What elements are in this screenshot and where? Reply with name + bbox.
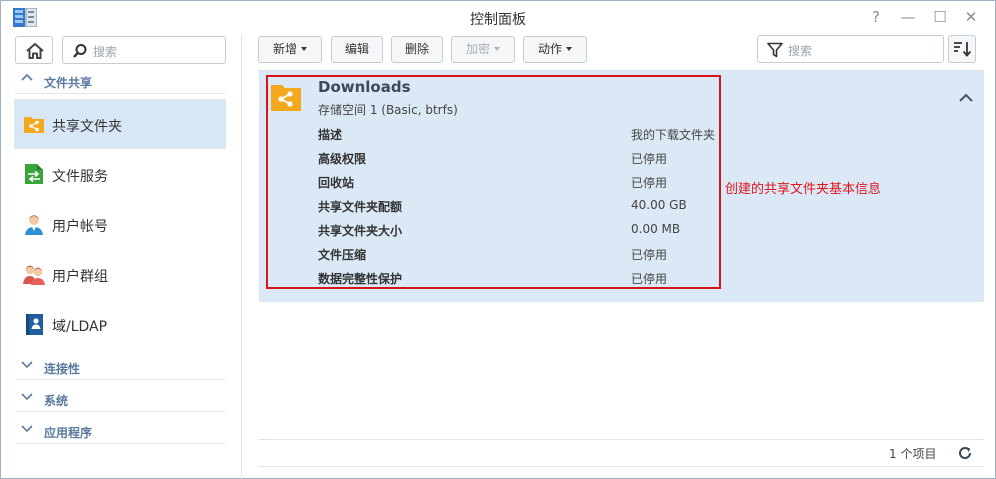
sidebar-item-shared-folder[interactable]: 共享文件夹 [14,99,226,149]
maximize-icon[interactable]: ☐ [929,6,951,28]
highlight-box [266,75,721,289]
delete-button[interactable]: 删除 [391,36,443,63]
section-connectivity[interactable]: 连接性 [15,354,225,380]
create-button-label: 新增 [272,42,297,56]
sidebar-item-label: 文件服务 [52,169,108,185]
sidebar-item-label: 共享文件夹 [52,119,122,135]
sidebar-item-user[interactable]: 用户帐号 [14,199,226,249]
shared-folder-icon [24,117,44,133]
chevron-down-icon [21,425,33,433]
sidebar-item-group[interactable]: 用户群组 [14,249,226,299]
delete-button-label: 删除 [404,42,429,56]
title-bar: 控制面板 ? — ☐ ✕ [1,1,995,34]
home-button[interactable] [15,36,53,64]
sidebar-item-label: 用户帐号 [52,219,108,235]
file-services-icon [25,164,43,184]
footer-bottom-border [258,466,984,467]
action-button[interactable]: 动作 [523,36,587,63]
minimize-icon[interactable]: — [897,6,919,28]
section-file-sharing-label: 文件共享 [44,76,93,90]
help-icon[interactable]: ? [865,6,887,28]
encrypt-button-label: 加密 [465,42,490,56]
sidebar-item-domain-ldap[interactable]: 域/LDAP [14,299,226,349]
section-applications[interactable]: 应用程序 [15,418,225,444]
caret-down-icon [494,46,500,51]
filter-search-input[interactable]: 搜索 [757,35,944,63]
close-icon[interactable]: ✕ [960,6,982,28]
chevron-up-icon [21,73,33,81]
section-applications-label: 应用程序 [44,426,93,440]
chevron-down-icon [21,361,33,369]
edit-button[interactable]: 编辑 [331,36,383,63]
annotation-text: 创建的共享文件夹基本信息 [725,182,882,197]
refresh-icon[interactable] [957,445,973,461]
create-button[interactable]: 新增 [258,36,322,63]
sidebar-item-label: 用户群组 [52,269,108,285]
sidebar-search-placeholder: 搜索 [93,45,118,59]
sidebar-item-file-services[interactable]: 文件服务 [14,149,226,199]
item-count: 1 个项目 [889,447,937,461]
caret-down-icon [566,46,572,51]
section-system[interactable]: 系统 [15,386,225,412]
section-connectivity-label: 连接性 [44,362,81,376]
sidebar-divider [241,34,242,479]
sidebar-search-input[interactable]: 搜索 [62,36,226,64]
footer-divider [258,439,984,440]
control-panel-window: 控制面板 ? — ☐ ✕ 搜索 文件共享 共享文件夹 文件服务 用户帐号 用户群… [0,0,996,479]
sidebar-item-label: 域/LDAP [52,319,108,335]
sidebar: 搜索 文件共享 共享文件夹 文件服务 用户帐号 用户群组 域/LDAP 连接性 … [1,34,241,479]
filter-search-placeholder: 搜索 [788,44,813,58]
sort-button[interactable] [948,35,976,63]
user-icon [25,215,43,235]
window-title: 控制面板 [470,12,526,28]
section-system-label: 系统 [44,394,69,408]
home-icon [26,43,44,59]
filter-icon [767,42,783,58]
domain-ldap-icon [26,314,43,335]
section-file-sharing[interactable]: 文件共享 [15,68,225,94]
action-button-label: 动作 [537,42,562,56]
encrypt-button[interactable]: 加密 [451,36,515,63]
sort-icon [954,42,972,57]
edit-button-label: 编辑 [344,42,369,56]
caret-down-icon [301,46,307,51]
collapse-chevron-icon[interactable] [956,89,976,107]
search-icon [73,44,87,58]
group-icon [23,265,45,285]
chevron-down-icon [21,393,33,401]
